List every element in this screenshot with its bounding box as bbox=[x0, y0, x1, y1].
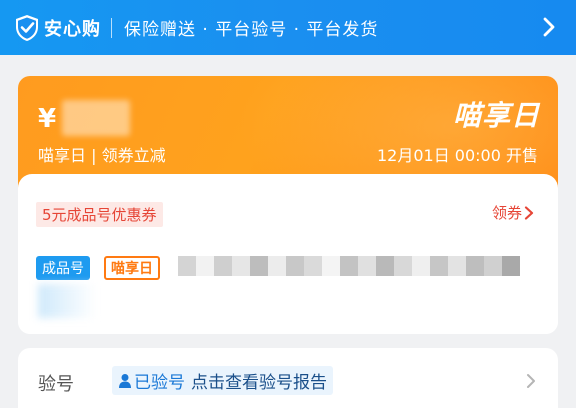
product-title-redacted-line2 bbox=[38, 284, 96, 318]
claim-coupon-label: 领券 bbox=[491, 204, 522, 222]
anxingou-badge: 安心购 bbox=[14, 13, 101, 43]
tag-event: 喵享日 bbox=[104, 256, 160, 280]
sale-start-time: 12月01日 00:00 开售 bbox=[376, 146, 538, 165]
claim-coupon-button[interactable]: 领券 bbox=[492, 202, 534, 223]
shield-check-icon bbox=[16, 14, 38, 41]
chevron-right-icon bbox=[527, 374, 535, 388]
brand-name: 安心购 bbox=[44, 18, 101, 40]
chevron-right-icon[interactable] bbox=[542, 16, 556, 38]
top-banner[interactable]: 安心购 保险赠送 · 平台验号 · 平台发货 bbox=[0, 0, 576, 55]
service-slogan: 保险赠送 · 平台验号 · 平台发货 bbox=[124, 20, 379, 40]
price-currency: ¥ bbox=[38, 104, 57, 134]
verify-label: 验号 bbox=[38, 374, 74, 395]
chevron-right-icon bbox=[524, 205, 534, 220]
view-report-link[interactable]: 点击查看验号报告 bbox=[191, 368, 327, 393]
verify-report-link[interactable]: 已验号 点击查看验号报告 bbox=[112, 366, 333, 395]
price-redacted bbox=[62, 100, 130, 136]
verify-row[interactable]: 验号 已验号 点击查看验号报告 bbox=[18, 348, 558, 408]
event-title: 喵享日 bbox=[452, 99, 540, 132]
verified-status: 已验号 bbox=[134, 373, 185, 393]
person-icon bbox=[119, 373, 131, 388]
coupon-label: 5元成品号优惠券 bbox=[36, 202, 163, 227]
tag-finished-account: 成品号 bbox=[36, 256, 90, 280]
product-card: ¥ 喵享日 喵享日 | 领券立减 12月01日 00:00 开售 5元成品号优惠… bbox=[18, 76, 558, 334]
product-info: 5元成品号优惠券 领券 成品号 喵享日 bbox=[18, 174, 558, 334]
promo-subtitle: 喵享日 | 领券立减 bbox=[38, 146, 166, 165]
product-title-redacted bbox=[178, 256, 520, 276]
divider bbox=[111, 17, 112, 38]
